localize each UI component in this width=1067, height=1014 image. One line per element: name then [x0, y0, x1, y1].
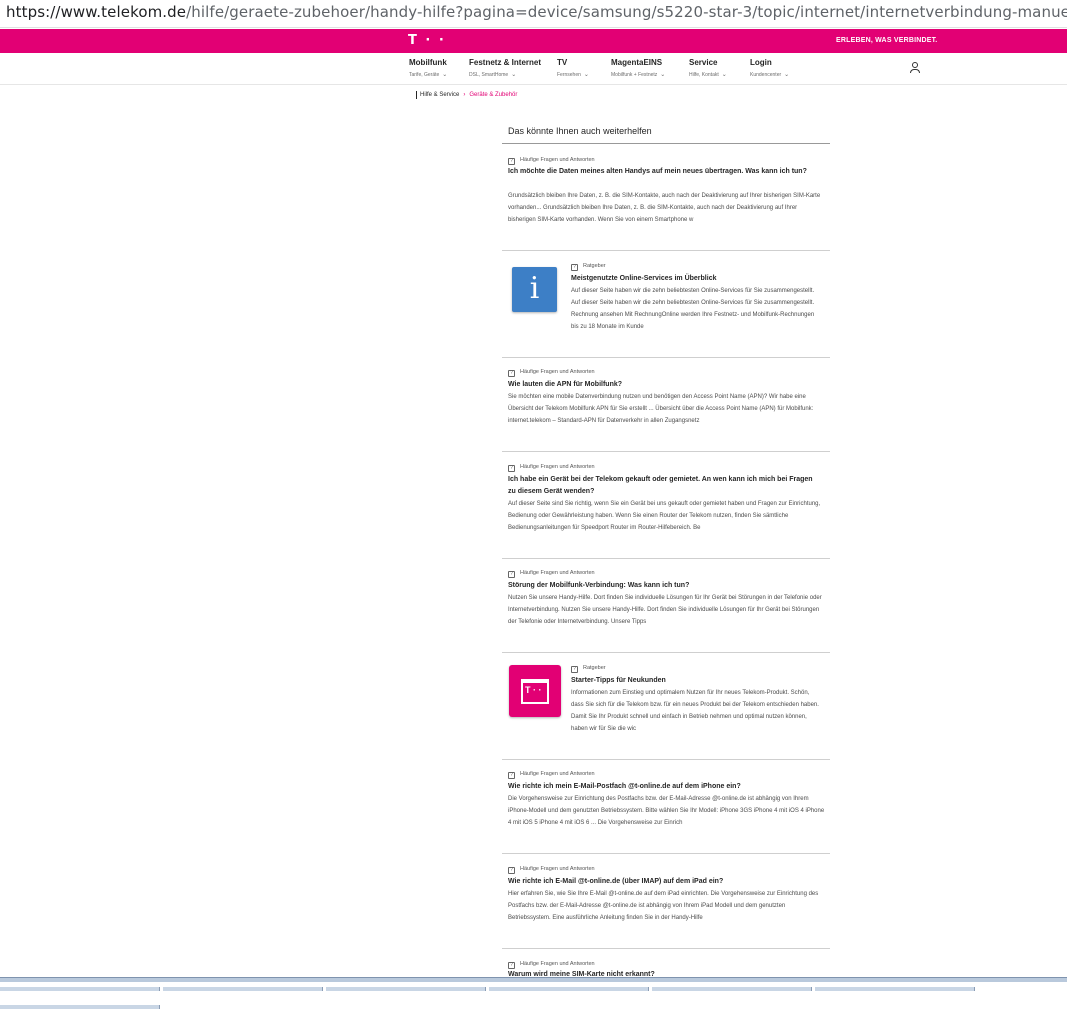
card-description: Auf dieser Seite haben wir die zehn beli… — [571, 288, 815, 330]
nav-item-mobilfunk[interactable]: Mobilfunk Tarife, Geräte ⌄ — [409, 58, 447, 78]
nav-label: MagentaEINS — [611, 58, 663, 67]
user-icon[interactable] — [910, 62, 920, 74]
chevron-down-icon: ⌄ — [784, 72, 790, 78]
card-description: Grundsätzlich bleiben Ihre Daten, z. B. … — [508, 193, 821, 223]
nav-label: Service — [689, 58, 718, 67]
list-item[interactable]: ? Häufige Fragen und Antworten Wie richte… — [502, 854, 830, 949]
card-tag: ? Häufige Fragen und Antworten — [508, 369, 595, 377]
nav-sub: Mobilfunk + Festnetz ⌄ — [611, 72, 666, 78]
guide-icon: ? — [571, 666, 578, 673]
nav-item-tv[interactable]: TV Fernsehen ⌄ — [557, 58, 589, 78]
nav-sub: Tarife, Geräte ⌄ — [409, 72, 448, 78]
url-path: /hilfe/geraete-zubehoer/handy-hilfe?pagi… — [186, 3, 1067, 21]
chevron-down-icon: ⌄ — [442, 72, 448, 78]
brand-bar: T · · ERLEBEN, WAS VERBINDET. — [0, 29, 1067, 53]
nav-sub: Hilfe, Kontakt ⌄ — [689, 72, 727, 78]
faq-icon: ? — [508, 158, 515, 165]
faq-icon: ? — [508, 370, 515, 377]
card-title[interactable]: Starter-Tipps für Neukunden — [571, 675, 823, 687]
card-description: Die Vorgehensweise zur Einrichtung des P… — [508, 796, 825, 826]
faq-icon: ? — [508, 962, 515, 969]
chevron-down-icon: ⌄ — [721, 72, 727, 78]
nav-label: Mobilfunk — [409, 58, 447, 67]
list-item[interactable]: ? Häufige Fragen und Antworten Warum wird… — [502, 949, 830, 977]
list-item[interactable]: ? Häufige Fragen und Antworten Ich möchte… — [502, 152, 830, 251]
section-title: Das könnte Ihnen auch weiterhelfen — [508, 126, 652, 136]
url-text[interactable]: https://www.telekom.de/hilfe/geraete-zub… — [6, 3, 1067, 21]
guide-icon: ? — [571, 264, 578, 271]
breadcrumb-item[interactable]: Hilfe & Service — [420, 92, 459, 98]
telekom-box-icon: T · · — [509, 665, 561, 717]
card-tag: ? Häufige Fragen und Antworten — [508, 464, 595, 472]
nav-item-service[interactable]: Service Hilfe, Kontakt ⌄ — [689, 58, 727, 78]
divider — [502, 143, 830, 144]
breadcrumb-item-current[interactable]: Geräte & Zubehör — [469, 92, 517, 98]
url-host: https://www.telekom.de — [6, 3, 187, 21]
card-title[interactable]: Wie richte ich mein E-Mail-Postfach @t-o… — [508, 781, 822, 793]
telekom-logo[interactable]: T · · — [408, 33, 446, 48]
breadcrumb: Hilfe & Service › Geräte & Zubehör — [416, 91, 517, 99]
nav-sub: Fernsehen ⌄ — [557, 72, 589, 78]
nav-item-magentaeins[interactable]: MagentaEINS Mobilfunk + Festnetz ⌄ — [611, 58, 665, 78]
card-title[interactable]: Warum wird meine SIM-Karte nicht erkannt… — [508, 969, 822, 977]
list-item[interactable]: ? Häufige Fragen und Antworten Ich habe e… — [502, 452, 830, 559]
slogan: ERLEBEN, WAS VERBINDET. — [836, 37, 938, 44]
card-description: Informationen zum Einstieg und optimalem… — [571, 690, 819, 732]
card-tag: ? Häufige Fragen und Antworten — [508, 570, 595, 578]
nav-sub: DSL, SmartHome ⌄ — [469, 72, 517, 78]
card-title[interactable]: Meistgenutzte Online-Services im Überbli… — [571, 273, 823, 285]
card-title[interactable]: Wie lauten die APN für Mobilfunk? — [508, 379, 822, 391]
info-icon: i — [512, 267, 557, 312]
card-description: Sie möchten eine mobile Datenverbindung … — [508, 394, 814, 424]
card-tag: ? Ratgeber — [571, 263, 606, 271]
nav-sub: Kundencenter ⌄ — [750, 72, 790, 78]
card-tag: ? Häufige Fragen und Antworten — [508, 771, 595, 779]
nav-label: TV — [557, 58, 568, 67]
faq-icon: ? — [508, 772, 515, 779]
list-item[interactable]: ? Häufige Fragen und Antworten Wie richte… — [502, 760, 830, 854]
list-item[interactable]: ? Häufige Fragen und Antworten Störung de… — [502, 559, 830, 653]
list-item[interactable]: ? Häufige Fragen und Antworten Wie lauten… — [502, 358, 830, 452]
nav-item-login[interactable]: Login Kundencenter ⌄ — [750, 58, 789, 78]
faq-icon: ? — [508, 465, 515, 472]
faq-icon: ? — [508, 571, 515, 578]
card-title[interactable]: Ich habe ein Gerät bei der Telekom gekau… — [508, 474, 822, 498]
list-item[interactable]: i ? Ratgeber Meistgenutzte Online-Service… — [502, 251, 830, 358]
card-tag: ? Häufige Fragen und Antworten — [508, 961, 595, 969]
card-description: Hier erfahren Sie, wie Sie Ihre E-Mail @… — [508, 891, 819, 921]
chevron-down-icon: ⌄ — [583, 72, 589, 78]
list-item[interactable]: T · · ? Ratgeber Starter-Tipps für Neukun… — [502, 653, 830, 760]
faq-icon: ? — [508, 867, 515, 874]
card-title[interactable]: Störung der Mobilfunk-Verbindung: Was ka… — [508, 580, 822, 592]
card-tag: ? Häufige Fragen und Antworten — [508, 157, 595, 165]
card-title[interactable]: Ich möchte die Daten meines alten Handys… — [508, 166, 822, 178]
nav-label: Login — [750, 58, 772, 67]
main-navigation: Mobilfunk Tarife, Geräte ⌄ Festnetz & Int… — [0, 53, 1067, 85]
card-title[interactable]: Wie richte ich E-Mail @t-online.de (über… — [508, 876, 822, 888]
chevron-down-icon: ⌄ — [511, 72, 517, 78]
card-description: Nutzen Sie unsere Handy-Hilfe. Dort find… — [508, 595, 822, 625]
nav-label: Festnetz & Internet — [469, 58, 542, 67]
breadcrumb-separator: › — [463, 92, 466, 98]
nav-item-festnetz[interactable]: Festnetz & Internet DSL, SmartHome ⌄ — [469, 58, 541, 78]
card-description: Auf dieser Seite sind Sie richtig, wenn … — [508, 501, 821, 531]
address-bar[interactable]: https://www.telekom.de/hilfe/geraete-zub… — [0, 0, 1067, 28]
taskbar — [0, 977, 1067, 1009]
chevron-down-icon: ⌄ — [660, 72, 666, 78]
card-tag: ? Ratgeber — [571, 665, 606, 673]
card-tag: ? Häufige Fragen und Antworten — [508, 866, 595, 874]
